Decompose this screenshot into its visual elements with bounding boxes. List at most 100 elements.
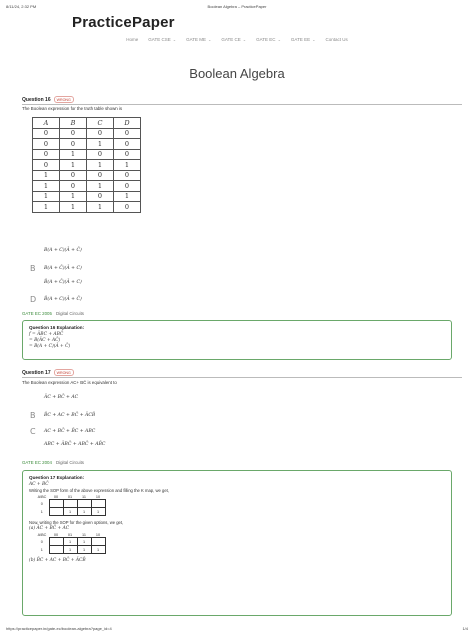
kmap-cell	[62, 499, 78, 508]
kmap-cell: 1	[62, 507, 78, 516]
site-title[interactable]: PracticePaper	[72, 14, 175, 31]
nav-item-gate-cse[interactable]: GATE CSE ⌄	[148, 37, 176, 42]
table-cell: 1	[32, 169, 60, 181]
nav-item-label: Contact Us	[325, 37, 348, 42]
table-cell: 0	[32, 138, 60, 150]
option-letter: B	[30, 411, 36, 420]
nav-item-label: GATE CE	[221, 37, 241, 42]
table-header: B	[59, 117, 87, 129]
table-row: 1101	[32, 190, 141, 202]
table-cell: 0	[113, 138, 141, 150]
explanation-option-a: (a) ĀC + BC̄ + AC	[29, 525, 70, 531]
table-row: 1110	[32, 201, 141, 213]
chevron-down-icon: ⌄	[208, 37, 212, 42]
topic-tag[interactable]: Digital Circuits	[56, 311, 84, 316]
explanation-heading: Question 16 Explanation:	[29, 325, 85, 330]
exam-tag[interactable]: GATE EC 2004	[22, 460, 52, 465]
nav-item-gate-ec[interactable]: GATE EC ⌄	[256, 37, 281, 42]
table-cell: 1	[86, 159, 114, 171]
chevron-down-icon: ⌄	[242, 37, 247, 42]
table-cell: 1	[32, 190, 60, 202]
option-letter: B	[30, 264, 36, 273]
kmap-cell	[48, 537, 64, 546]
question-16-explanation: Question 16 Explanation: f = ĀBC + ABC̄ …	[22, 320, 452, 360]
question-17-heading: Question 17 WRONG	[22, 369, 462, 378]
question-17-text: The Boolean expression AC+ BC̄ is equiva…	[22, 380, 117, 385]
print-title: Boolean Algebra – PracticePaper	[207, 4, 267, 9]
question-17-tag[interactable]: GATE EC 2004 Digital Circuits	[22, 460, 84, 465]
table-cell: 1	[32, 180, 60, 192]
kmap-cell: 1	[90, 507, 106, 516]
truth-table: ABCD00000010010001111000101011011110	[32, 117, 141, 213]
question-label: Question 16	[22, 96, 51, 103]
option-letter: C	[30, 427, 36, 436]
nav-item-gate-ee[interactable]: GATE EE ⌄	[291, 37, 316, 42]
karnaugh-map: A\BC 00 01 11 10 0 1 1 1 1 1 1	[35, 533, 106, 554]
table-cell: 0	[86, 127, 114, 139]
table-header: D	[113, 117, 141, 129]
nav-item-gate-me[interactable]: GATE ME ⌄	[186, 37, 211, 42]
nav-item-label: GATE EE	[290, 37, 311, 42]
kmap-cell	[48, 499, 64, 508]
nav-item-gate-ce[interactable]: GATE CE ⌄	[221, 37, 246, 42]
kmap-cell: 1	[62, 545, 78, 554]
page-title: Boolean Algebra	[189, 66, 285, 81]
table-cell: 0	[86, 169, 114, 181]
kmap-cell: 1	[76, 507, 92, 516]
answer-option[interactable]: ABC + ĀBC̄ + ABC̄ + AB̄C	[30, 442, 105, 447]
table-cell: 1	[59, 148, 87, 160]
question-16-text: The Boolean expression for the truth tab…	[22, 106, 123, 111]
answer-option[interactable]: B B(A + C̄)(Ā + C)	[30, 264, 82, 273]
table-cell: 1	[86, 180, 114, 192]
answer-option[interactable]: B(A + C)(Ā + C̄)	[30, 248, 82, 253]
table-header: C	[86, 117, 114, 129]
option-expression: ABC + ĀBC̄ + ABC̄ + AB̄C	[44, 442, 106, 447]
print-page-number: 1/4	[462, 626, 468, 631]
answer-option[interactable]: B B̄C + AC + BC̄ + ĀCB̄	[30, 411, 95, 420]
option-letter: D	[30, 295, 37, 304]
explanation-heading: Question 17 Explanation:	[29, 475, 85, 480]
option-expression: B̄(A + C̄)(Ā + C)	[44, 280, 82, 285]
print-url: https://practicepaper.in/gate-ec/boolean…	[6, 626, 112, 631]
table-cell: 0	[32, 159, 60, 171]
table-cell: 0	[113, 201, 141, 213]
option-expression: B̄(A + C)(Ā + C̄)	[44, 297, 82, 302]
nav-item-label: Home	[126, 37, 139, 42]
kmap-row-header: 0	[40, 501, 43, 506]
nav-item-home[interactable]: Home	[126, 37, 138, 42]
option-expression: B(A + C)(Ā + C̄)	[44, 248, 82, 253]
table-cell: 1	[59, 190, 87, 202]
table-row: 0100	[32, 148, 141, 160]
table-cell: 1	[32, 201, 60, 213]
chevron-down-icon: ⌄	[172, 37, 177, 42]
answer-option[interactable]: C AC + BC̄ + B̄C + ABC	[30, 427, 95, 436]
status-badge: WRONG	[53, 369, 74, 376]
answer-option[interactable]: ĀC + BC̄ + AC	[30, 395, 78, 400]
answer-option[interactable]: D B̄(A + C)(Ā + C̄)	[30, 295, 82, 304]
exam-tag[interactable]: GATE EC 2005	[22, 311, 52, 316]
chevron-down-icon: ⌄	[312, 37, 316, 42]
karnaugh-map: A\BC 00 01 11 10 0 1 1 1 1	[35, 495, 106, 516]
chevron-down-icon: ⌄	[277, 37, 281, 42]
table-cell: 0	[59, 180, 87, 192]
main-nav: Home GATE CSE ⌄ GATE ME ⌄ GATE CE ⌄ GATE EC ⌄ GAT…	[0, 37, 474, 42]
table-cell: 0	[86, 190, 114, 202]
topic-tag[interactable]: Digital Circuits	[56, 460, 84, 465]
table-cell: 0	[32, 127, 60, 139]
table-row: 1000	[32, 169, 141, 181]
answer-option[interactable]: B̄(A + C̄)(Ā + C)	[30, 280, 82, 285]
nav-item-contact-us[interactable]: Contact Us	[325, 37, 347, 42]
kmap-cell: 1	[90, 545, 106, 554]
question-16-heading: Question 16 WRONG	[22, 96, 462, 105]
question-label: Question 17	[22, 369, 51, 376]
question-16-tag[interactable]: GATE EC 2005 Digital Circuits	[22, 311, 84, 316]
table-cell: 0	[32, 148, 60, 160]
kmap-cell	[90, 537, 106, 546]
kmap-cell: 1	[76, 545, 92, 554]
kmap-cell: 1	[62, 537, 78, 546]
option-expression: AC + BC̄ + B̄C + ABC	[44, 429, 96, 434]
explanation-text: Writing the SOP form of the above expres…	[29, 488, 169, 493]
option-expression: ĀC + BC̄ + AC	[44, 395, 79, 400]
option-expression: B̄C + AC + BC̄ + ĀCB̄	[44, 413, 96, 418]
kmap-row-header: 1	[40, 547, 43, 552]
